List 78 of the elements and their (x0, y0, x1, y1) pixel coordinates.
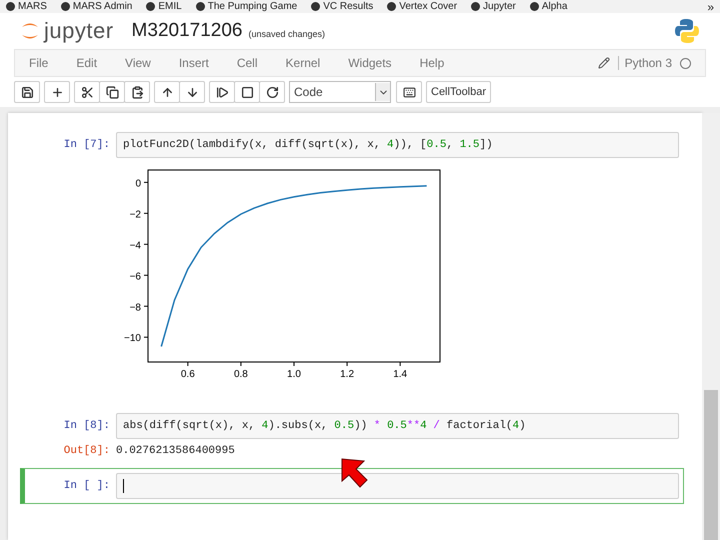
restart-icon (266, 86, 278, 98)
bookmark-icon (196, 2, 205, 11)
step-forward-button[interactable] (209, 81, 235, 103)
y-tick-label: −10 (124, 333, 141, 344)
notebook-cell[interactable]: In [ ]: (20, 468, 684, 504)
notebook-cell[interactable]: In [7]: plotFunc2D(lambdify(x, diff(sqrt(x), x, 4)), [0.5, 1.5]) 0 −2 −4 −6 −8 −10 0.6 0.8 1.0 1.2 1.4 (20, 127, 684, 402)
step-forward-icon (216, 86, 228, 98)
stop-icon (240, 86, 254, 98)
notebook-cell[interactable]: In [8]: abs(diff(sqrt(x), x, 4).subs(x, 0.5)) * 0.5**4 / factorial(4) Out[8]: 0.0276213586400995 (20, 408, 684, 462)
input-prompt: In [ ]: (62, 480, 111, 492)
x-tick-label: 0.6 (180, 369, 195, 380)
restart-button[interactable] (259, 81, 285, 103)
bookmark-link[interactable]: MARS Admin (60, 1, 132, 12)
code-input[interactable]: plotFunc2D(lambdify(x, diff(sqrt(x), x, 4)), [0.5, 1.5]) (116, 132, 679, 158)
y-tick-label: −6 (130, 271, 141, 282)
pencil-icon[interactable] (598, 57, 610, 69)
scissors-button[interactable] (74, 81, 100, 103)
code-input[interactable]: abs(diff(sqrt(x), x, 4).subs(x, 0.5)) * 0.5**4 / factorial(4) (116, 413, 679, 439)
arrow-down-icon (186, 86, 198, 98)
x-tick-label: 0.8 (234, 369, 248, 380)
logo-text: jupyter (44, 18, 114, 44)
save-button[interactable] (14, 81, 40, 103)
output-prompt: Out[8]: (62, 445, 111, 457)
y-tick-label: −2 (130, 209, 141, 220)
text-cursor (123, 479, 124, 493)
kernel-name: Python 3 (618, 56, 672, 70)
y-tick-label: −4 (130, 240, 141, 252)
menu-item[interactable]: Widgets (348, 56, 392, 70)
plus-button[interactable] (44, 81, 70, 103)
menu-item[interactable]: Help (420, 56, 444, 70)
menu-item[interactable]: Cell (236, 56, 258, 70)
copy-button[interactable] (99, 81, 125, 103)
paste-button[interactable] (124, 81, 150, 103)
bookmark-icon (471, 2, 480, 11)
plus-icon (50, 86, 64, 98)
bookmark-link[interactable]: MARS (6, 1, 47, 12)
x-tick-label: 1.0 (287, 369, 301, 380)
bookmark-icon (530, 2, 539, 11)
x-tick-label: 1.2 (340, 369, 354, 380)
scissors-icon (80, 86, 94, 98)
menu-item[interactable]: File (29, 56, 48, 70)
bookmark-link[interactable]: EMIL (146, 1, 182, 12)
arrow-up-button[interactable] (154, 81, 180, 103)
notebook-title[interactable]: M320171206 (132, 20, 242, 42)
y-tick-label: 0 (135, 178, 141, 190)
x-tick-label: 1.4 (393, 369, 408, 380)
paste-icon (130, 86, 144, 98)
python-logo-icon (674, 18, 700, 44)
menu-item[interactable]: View (125, 56, 151, 70)
menu-item[interactable]: Insert (178, 56, 209, 70)
bookmark-link[interactable]: Alpha (530, 1, 568, 12)
save-icon (20, 86, 34, 98)
bookmark-link[interactable]: The Pumping Game (196, 1, 298, 12)
bookmark-icon (311, 2, 320, 11)
bookmark-link[interactable]: VC Results (311, 1, 374, 12)
input-prompt: In [7]: (62, 139, 111, 151)
stop-button[interactable] (234, 81, 260, 103)
menu-item[interactable]: Edit (76, 56, 98, 70)
copy-icon (106, 86, 118, 98)
save-status: (unsaved changes) (248, 28, 326, 38)
bookmark-icon (60, 2, 70, 11)
output-text: 0.0276213586400995 (116, 445, 235, 457)
y-tick-label: −8 (130, 302, 141, 314)
keyboard-icon (402, 86, 416, 98)
input-prompt: In [8]: (62, 420, 111, 432)
more-bookmarks[interactable]: » (707, 0, 714, 14)
cell-type-select[interactable]: Code (289, 81, 391, 103)
bookmark-icon (6, 2, 15, 11)
code-input[interactable] (116, 473, 679, 499)
cell-toolbar-button[interactable]: CellToolbar (426, 81, 492, 103)
bookmark-icon (387, 2, 396, 11)
bookmark-link[interactable]: Jupyter (471, 1, 516, 12)
bookmark-link[interactable]: Vertex Cover (387, 1, 458, 12)
arrow-down-button[interactable] (179, 81, 205, 103)
keyboard-button[interactable] (396, 81, 422, 103)
menu-item[interactable]: Kernel (286, 56, 320, 70)
bookmark-icon (146, 2, 156, 11)
arrow-up-icon (160, 86, 174, 98)
